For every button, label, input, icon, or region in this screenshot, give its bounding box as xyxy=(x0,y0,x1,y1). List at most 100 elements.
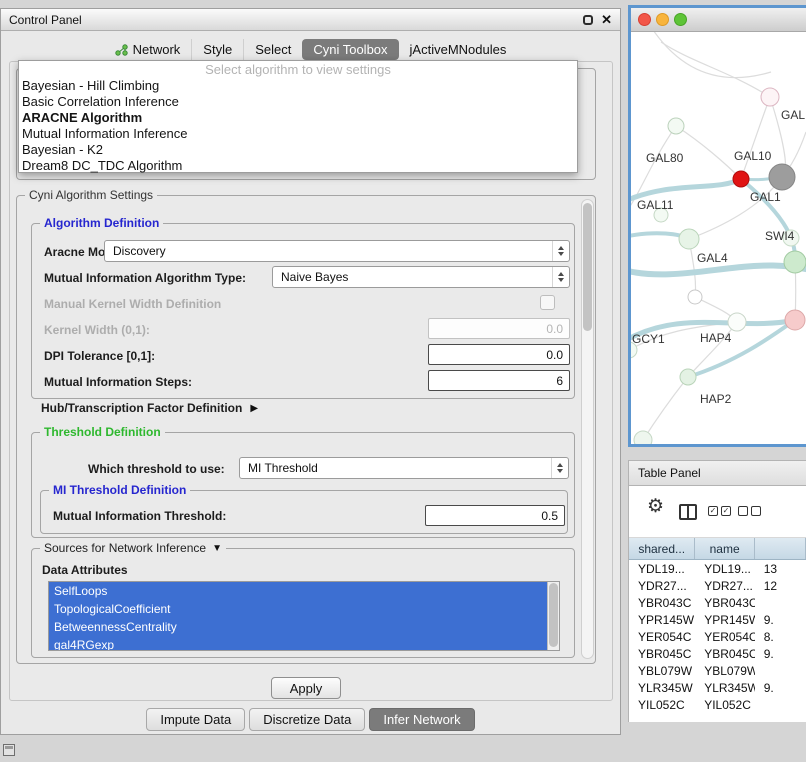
mi-threshold-field[interactable]: 0.5 xyxy=(425,505,565,526)
select-all-icon[interactable]: ✓ ✓ xyxy=(708,506,731,516)
tab-style[interactable]: Style xyxy=(191,39,243,60)
tab-select[interactable]: Select xyxy=(243,39,302,60)
column-header-extra[interactable] xyxy=(755,538,806,559)
table-row[interactable]: YDL19...YDL19...13 xyxy=(629,560,806,577)
cell: YDL19... xyxy=(695,562,755,576)
threshold-definition-title: Threshold Definition xyxy=(40,425,165,439)
close-icon[interactable]: ✕ xyxy=(601,13,612,26)
algorithm-definition-title: Algorithm Definition xyxy=(40,216,163,230)
node-label: HAP4 xyxy=(700,331,731,345)
settings-group-title: Cyni Algorithm Settings xyxy=(25,188,157,202)
kernel-width-label: Kernel Width (0,1): xyxy=(44,323,150,337)
which-threshold-select[interactable]: MI Threshold xyxy=(239,457,569,479)
cyni-algorithm-settings-group: Cyni Algorithm Settings Algorithm Defini… xyxy=(16,195,596,664)
column-header-name[interactable]: name xyxy=(695,538,755,559)
algorithm-definition-group: Algorithm Definition Aracne Mode: Discov… xyxy=(31,223,575,399)
table-row[interactable]: YBR045CYBR045C9. xyxy=(629,645,806,662)
dpi-tolerance-field[interactable]: 0.0 xyxy=(428,344,570,365)
list-scrollbar[interactable] xyxy=(547,582,559,650)
popup-item-highlighted[interactable]: ARACNE Algorithm xyxy=(19,110,577,126)
mi-type-label: Mutual Information Algorithm Type: xyxy=(44,271,246,285)
settings-scrollbar[interactable] xyxy=(581,199,594,659)
popup-item[interactable]: Bayesian - K2 xyxy=(19,142,577,158)
table-row[interactable]: YER054CYER054C8. xyxy=(629,628,806,645)
hub-definition-expander[interactable]: Hub/Transcription Factor Definition ▶ xyxy=(41,401,258,415)
column-layout-icon[interactable] xyxy=(679,504,697,520)
tab-network[interactable]: Network xyxy=(104,39,192,60)
table-row[interactable]: YIL052CYIL052C xyxy=(629,696,806,713)
network-window-titlebar xyxy=(631,8,806,32)
cell: YBR043C xyxy=(695,596,755,610)
which-threshold-label: Which threshold to use: xyxy=(88,462,225,476)
empty-box-icon xyxy=(751,506,761,516)
cell: 9. xyxy=(755,613,806,627)
table-row[interactable]: YBR043CYBR043C xyxy=(629,594,806,611)
table-settings-gear-icon[interactable]: ⚙ xyxy=(647,497,664,516)
algorithm-dropdown-popup: Select algorithm to view settings Bayesi… xyxy=(18,60,578,173)
expand-right-icon: ▶ xyxy=(250,403,258,414)
list-scrollbar-thumb[interactable] xyxy=(549,583,558,647)
cell: YBR045C xyxy=(629,647,695,661)
float-window-icon[interactable] xyxy=(583,15,593,25)
table-panel-titlebar: Table Panel xyxy=(628,460,806,486)
tab-select-label: Select xyxy=(255,42,291,57)
network-canvas[interactable]: GAL80 GAL10 GAL1 GAL11 SWI4 GAL4 GCY1 HA… xyxy=(631,32,806,444)
cell: 13 xyxy=(755,562,806,576)
cell: YBL079W xyxy=(695,664,755,678)
table-panel-title: Table Panel xyxy=(638,466,701,480)
data-attributes-list: SelfLoops TopologicalCoefficient Between… xyxy=(48,581,560,651)
list-item[interactable]: gal4RGexp xyxy=(49,636,549,651)
mi-threshold-label: Mutual Information Threshold: xyxy=(53,509,226,523)
mi-steps-label: Mutual Information Steps: xyxy=(44,375,192,389)
cell: YIL052C xyxy=(629,698,695,712)
manual-kernel-checkbox[interactable] xyxy=(540,295,555,310)
node-label: GAL11 xyxy=(637,198,673,212)
list-item[interactable]: TopologicalCoefficient xyxy=(49,600,549,618)
mi-type-select[interactable]: Naive Bayes xyxy=(272,266,570,288)
mi-threshold-value: 0.5 xyxy=(541,509,558,523)
table-toolbar: ⚙ ✓ ✓ xyxy=(629,486,806,538)
mi-type-value: Naive Bayes xyxy=(281,270,348,284)
minimized-panel-icon[interactable] xyxy=(3,744,15,756)
popup-item[interactable]: Mutual Information Inference xyxy=(19,126,577,142)
deselect-all-icon[interactable] xyxy=(738,506,761,516)
tab-discretize-data[interactable]: Discretize Data xyxy=(249,708,365,731)
table-row[interactable]: YBL079WYBL079W xyxy=(629,662,806,679)
cell: 9. xyxy=(755,647,806,661)
popup-item[interactable]: Basic Correlation Inference xyxy=(19,94,577,110)
dpi-tolerance-value: 0.0 xyxy=(546,348,563,362)
list-item[interactable]: SelfLoops xyxy=(49,582,549,600)
popup-item[interactable]: Bayesian - Hill Climbing xyxy=(19,78,577,94)
tab-impute-data[interactable]: Impute Data xyxy=(146,708,245,731)
sources-group-title[interactable]: Sources for Network Inference ▼ xyxy=(40,541,226,555)
tab-jactivemnodules[interactable]: jActiveMNodules xyxy=(399,39,518,60)
sources-group: Sources for Network Inference ▼ Data Att… xyxy=(31,548,575,658)
list-item[interactable]: BetweennessCentrality xyxy=(49,618,549,636)
apply-button[interactable]: Apply xyxy=(271,677,341,699)
mi-steps-value: 6 xyxy=(556,374,563,388)
zoom-traffic-light[interactable] xyxy=(674,13,687,26)
kernel-width-field[interactable]: 0.0 xyxy=(428,318,570,339)
cell: YLR345W xyxy=(629,681,695,695)
table-row[interactable]: YDR27...YDR27...12 xyxy=(629,577,806,594)
tab-infer-network[interactable]: Infer Network xyxy=(369,708,474,731)
close-traffic-light[interactable] xyxy=(638,13,651,26)
tab-jactivemnodules-label: jActiveMNodules xyxy=(410,42,507,57)
cell: YER054C xyxy=(629,630,695,644)
tab-cyni-toolbox[interactable]: Cyni Toolbox xyxy=(302,39,398,60)
aracne-mode-value: Discovery xyxy=(113,244,166,258)
manual-kernel-label: Manual Kernel Width Definition xyxy=(44,297,221,311)
table-row[interactable]: YPR145WYPR145W9. xyxy=(629,611,806,628)
table-row[interactable]: YLR345WYLR345W9. xyxy=(629,679,806,696)
popup-item[interactable]: Dream8 DC_TDC Algorithm xyxy=(19,158,577,174)
minimize-traffic-light[interactable] xyxy=(656,13,669,26)
cell: 9. xyxy=(755,681,806,695)
node-label: GAL1 xyxy=(750,190,781,204)
kernel-width-value: 0.0 xyxy=(546,322,563,336)
cell: YPR145W xyxy=(695,613,755,627)
settings-scrollbar-thumb[interactable] xyxy=(583,203,592,331)
column-header-shared-name[interactable]: shared... xyxy=(629,538,695,559)
aracne-mode-select[interactable]: Discovery xyxy=(104,240,570,262)
mi-threshold-group: MI Threshold Definition Mutual Informati… xyxy=(40,490,568,534)
mi-steps-field[interactable]: 6 xyxy=(428,370,570,391)
